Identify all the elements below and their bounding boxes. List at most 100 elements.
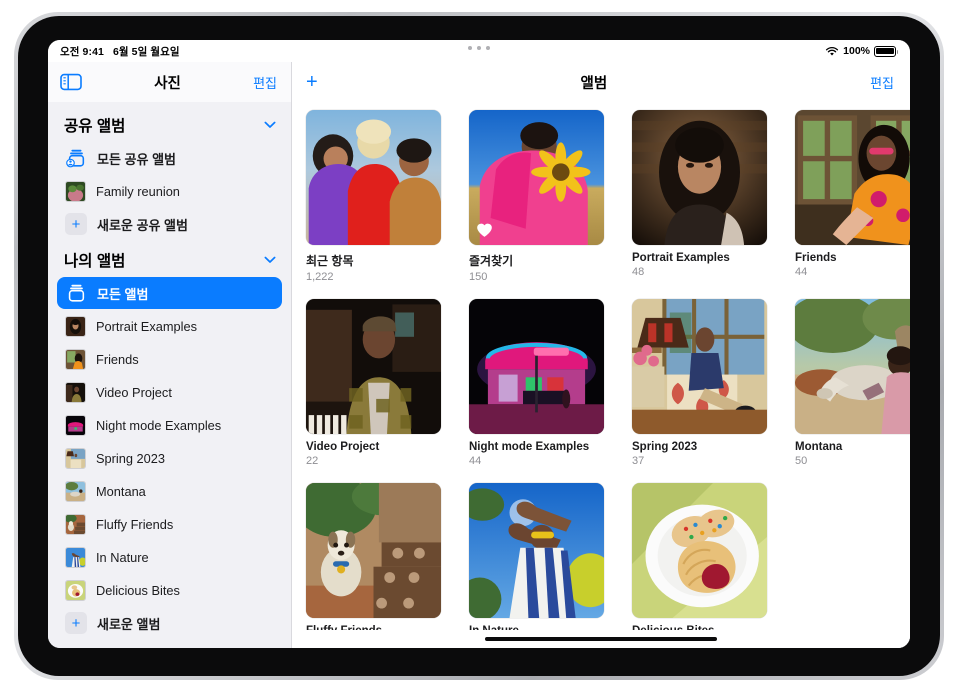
album-name: 즐겨찾기 [469,252,604,269]
album-cell-portrait-examples[interactable]: Portrait Examples48 [632,110,767,283]
album-cell-in-nature[interactable]: In Nature53 [469,483,604,648]
sidebar-item-delicious-bites[interactable]: Delicious Bites [57,574,282,606]
album-cell-spring-2023[interactable]: Spring 2023 37 [632,299,767,467]
album-cell-friends[interactable]: Friends44 [795,110,910,283]
main-edit-button[interactable]: 편집 [870,73,894,92]
multitask-dots-icon[interactable] [468,46,490,50]
status-date: 6월 5일 월요일 [113,44,180,59]
sidebar-item-label: Video Project [96,385,172,400]
album-cell-montana[interactable]: Montana 50 [795,299,910,467]
home-indicator-area [292,630,910,648]
sidebar-item-label: Delicious Bites [96,583,180,598]
sidebar-item-portrait-examples[interactable]: Portrait Examples [57,310,282,342]
album-thumbnail[interactable] [469,110,604,245]
album-artwork [306,110,441,245]
sidebar-section-header[interactable]: 공유 앨범 [57,106,282,142]
sidebar-item-label: 새로운 앨범 [97,614,160,633]
sidebar-section-title: 나의 앨범 [64,249,125,271]
wifi-icon [825,46,839,57]
album-thumbnail[interactable] [306,299,441,434]
sidebar-header: 사진 편집 [48,62,291,102]
sidebar-title: 사진 [82,72,253,93]
status-bar-right: 100% [825,45,896,57]
album-thumbnail[interactable] [306,110,441,245]
album-grid: 최근 항목1,222 즐겨찾기150 Portrait Examples48 F… [292,102,910,630]
album-artwork [632,110,767,245]
home-indicator[interactable] [485,637,717,641]
sidebar-scroll-area[interactable]: 공유 앨범 모든 공유 앨범 Family reunion+새로운 공유 앨범나의… [48,102,291,648]
album-name: Friends [795,252,910,264]
page-title: 앨범 [318,72,870,93]
album-thumbnail-icon [65,382,86,403]
sidebar-edit-button[interactable]: 편집 [253,73,277,92]
sidebar-item-spring-2023[interactable]: Spring 2023 [57,442,282,474]
add-album-button[interactable]: + [306,72,318,92]
main-pane: + 앨범 편집 최근 항목1,222 즐겨찾기150 Portrait E [292,62,910,648]
sidebar-item-montana[interactable]: Montana [57,475,282,507]
album-thumbnail[interactable] [632,483,767,618]
sidebar-item-family-reunion[interactable]: Family reunion [57,175,282,207]
screen: 오전 9:41 6월 5일 월요일 100% [48,40,910,648]
sidebar-item-fluffy-friends[interactable]: Fluffy Friends [57,508,282,540]
sidebar-item-label: 모든 앨범 [97,284,148,303]
album-count: 22 [306,455,441,467]
album-thumbnail[interactable] [632,299,767,434]
album-name: Portrait Examples [632,252,767,264]
battery-fill [876,48,893,54]
album-artwork [632,483,767,618]
album-artwork [469,483,604,618]
album-thumbnail[interactable] [795,299,910,434]
album-cell-video-project[interactable]: Video Project22 [306,299,441,467]
album-thumbnail-icon [65,415,86,436]
album-thumbnail-icon [65,349,86,370]
album-name: Spring 2023 [632,441,767,453]
app-body: 사진 편집 공유 앨범 모든 공유 앨범 Family reunion+새로운 공… [48,62,910,648]
sidebar-item-모든-공유-앨범[interactable]: 모든 공유 앨범 [57,142,282,174]
favorite-heart-icon [476,222,493,238]
album-count: 37 [632,455,767,467]
album-thumbnail[interactable] [469,299,604,434]
album-thumbnail[interactable] [306,483,441,618]
sidebar-item-night-mode-examples[interactable]: Night mode Examples [57,409,282,441]
album-thumbnail-icon [65,580,86,601]
album-thumbnail[interactable] [469,483,604,618]
sidebar-item-friends[interactable]: Friends [57,343,282,375]
album-cell-최근-항목[interactable]: 최근 항목1,222 [306,110,441,283]
sidebar-section-header[interactable]: 나의 앨범 [57,241,282,277]
sidebar-item-label: Spring 2023 [96,451,165,466]
album-thumbnail-icon [65,481,86,502]
sidebar-item-label: 모든 공유 앨범 [97,149,176,168]
album-cell-delicious-bites[interactable]: Delicious Bites10 [632,483,767,648]
chevron-down-icon[interactable] [264,256,276,264]
sidebar-item-video-project[interactable]: Video Project [57,376,282,408]
album-artwork [795,299,910,434]
sidebar-item-in-nature[interactable]: In Nature [57,541,282,573]
dot [486,46,490,50]
sidebar-toggle-icon[interactable] [60,73,82,91]
album-cell-night-mode-examples[interactable]: Night mode Examples44 [469,299,604,467]
sidebar-item-새로운-앨범[interactable]: + 새로운 앨범 [57,607,282,639]
album-thumbnail[interactable] [795,110,910,245]
sidebar-item-label: Fluffy Friends [96,517,173,532]
album-count: 1,222 [306,271,441,283]
album-count: 50 [795,455,910,467]
sidebar-item-label: Night mode Examples [96,418,221,433]
plus-icon: + [65,612,87,634]
ipad-device-frame: 오전 9:41 6월 5일 월요일 100% [14,12,944,680]
sidebar-item-새로운-공유-앨범[interactable]: +새로운 공유 앨범 [57,208,282,240]
main-header: + 앨범 편집 [292,62,910,102]
dot [477,46,481,50]
album-thumbnail-icon [65,316,86,337]
album-thumbnail[interactable] [632,110,767,245]
albums-icon [65,282,87,304]
dot [468,46,472,50]
chevron-down-icon[interactable] [264,121,276,129]
album-artwork [469,299,604,434]
sidebar-item-모든-앨범[interactable]: 모든 앨범 [57,277,282,309]
album-cell-fluffy-friends[interactable]: Fluffy Friends8 [306,483,441,648]
plus-icon: + [65,213,87,235]
album-name: Night mode Examples [469,441,604,453]
album-cell-즐겨찾기[interactable]: 즐겨찾기150 [469,110,604,283]
status-bar-left: 오전 9:41 6월 5일 월요일 [60,44,180,59]
album-name: Montana [795,441,910,453]
